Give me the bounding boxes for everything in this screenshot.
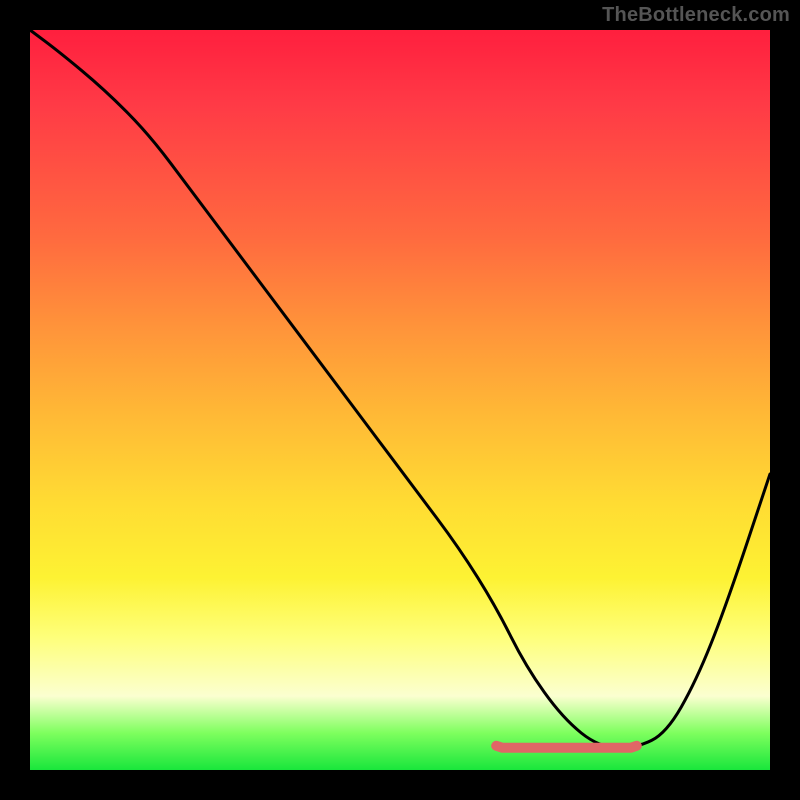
plot-area <box>30 30 770 770</box>
optimal-range-marker <box>496 746 637 748</box>
bottleneck-curve <box>30 30 770 748</box>
chart-frame: TheBottleneck.com <box>0 0 800 800</box>
watermark-text: TheBottleneck.com <box>602 4 790 27</box>
line-chart-svg <box>30 30 770 770</box>
